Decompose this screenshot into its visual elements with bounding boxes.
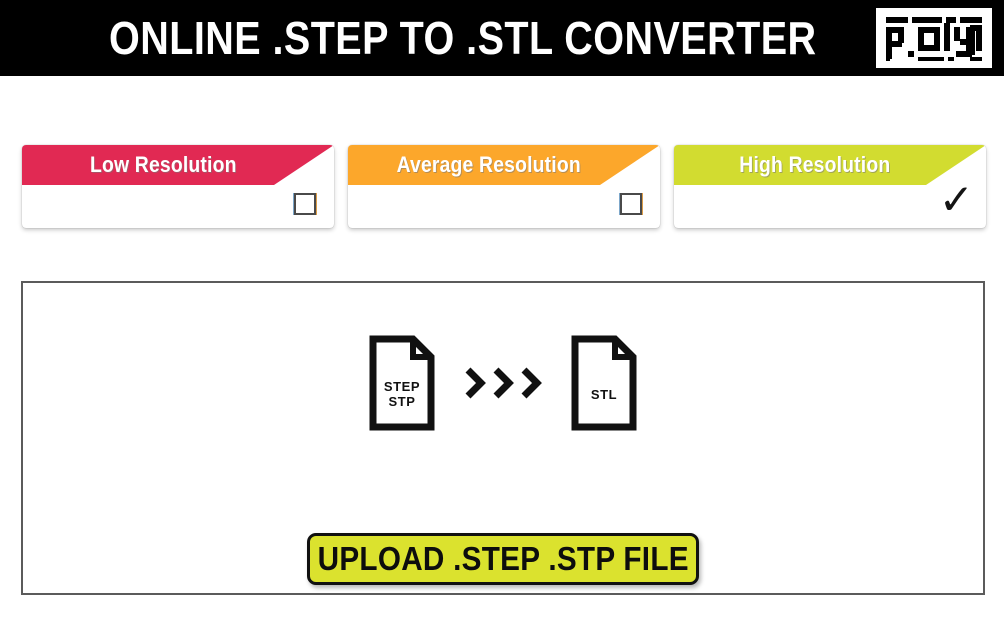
- file-outline-icon: [571, 335, 637, 431]
- polyd-logo-icon: [886, 17, 982, 61]
- card-body: ✓: [674, 179, 986, 228]
- resolution-card-average[interactable]: Average Resolution: [348, 145, 660, 228]
- resolution-card-low[interactable]: Low Resolution: [22, 145, 334, 228]
- checkbox-average[interactable]: [620, 193, 642, 215]
- chevron-right-icon: [521, 367, 542, 399]
- card-body: [22, 185, 334, 228]
- checkbox-low[interactable]: [294, 193, 316, 215]
- resolution-options: Low Resolution Average Resolution High R…: [0, 145, 1004, 228]
- resolution-label-average: Average Resolution: [396, 152, 582, 177]
- upload-file-button[interactable]: UPLOAD .STEP .STP FILE: [307, 533, 699, 585]
- checkmark-high-icon[interactable]: ✓: [939, 179, 974, 221]
- chevron-right-icon: [493, 367, 514, 399]
- card-body: [348, 185, 660, 228]
- conversion-arrows: [457, 366, 549, 400]
- page-header: ONLINE .STEP TO .STL CONVERTER: [0, 0, 1004, 76]
- file-outline-icon: [369, 335, 435, 431]
- step-file-icon: STEP STP: [369, 335, 435, 431]
- polyd-logo[interactable]: [876, 8, 992, 68]
- file-drop-panel[interactable]: STEP STP STL UPLOAD .STEP .STP FILE: [21, 281, 985, 595]
- resolution-label-low: Low Resolution: [89, 152, 237, 177]
- page-title: ONLINE .STEP TO .STL CONVERTER: [108, 12, 817, 64]
- card-banner: Average Resolution: [348, 145, 660, 185]
- card-banner: Low Resolution: [22, 145, 334, 185]
- conversion-illustration: STEP STP STL: [23, 335, 983, 431]
- stl-file-icon: STL: [571, 335, 637, 431]
- resolution-card-high[interactable]: High Resolution ✓: [674, 145, 986, 228]
- chevron-right-icon: [465, 367, 486, 399]
- upload-file-button-label: UPLOAD .STEP .STP FILE: [317, 540, 689, 577]
- resolution-label-high: High Resolution: [739, 152, 891, 177]
